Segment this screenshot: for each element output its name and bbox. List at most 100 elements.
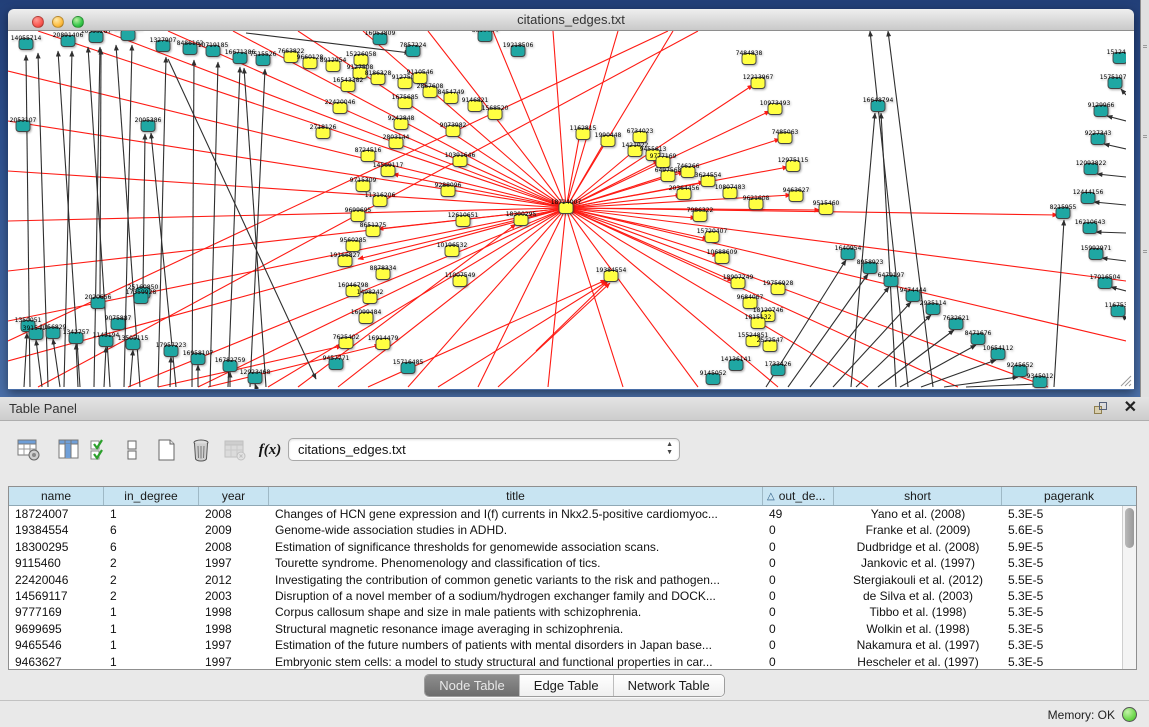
cell-year[interactable]: 1997 (199, 555, 269, 571)
black-citation-edge[interactable] (24, 333, 27, 387)
yellow-graph-node[interactable]: 9621608 (743, 195, 770, 210)
yellow-graph-node[interactable]: 1675685 (392, 94, 419, 109)
table-body[interactable]: 1872400712008Changes of HCN gene express… (9, 506, 1122, 669)
yellow-graph-node[interactable]: 2718126 (310, 124, 337, 139)
black-citation-edge[interactable] (53, 339, 60, 387)
teal-graph-node[interactable]: 1145194 (93, 332, 120, 347)
yellow-graph-node[interactable]: 8912954 (320, 57, 347, 72)
cell-pagerank[interactable]: 5.6E-5 (1002, 522, 1122, 538)
yellow-graph-node[interactable]: 16543382 (333, 77, 364, 92)
teal-graph-node[interactable]: 16053809 (365, 31, 396, 45)
cell-pagerank[interactable]: 5.3E-5 (1002, 604, 1122, 620)
column-header-pagerank[interactable]: pagerank (1002, 487, 1136, 505)
yellow-graph-node[interactable]: 11007549 (445, 272, 476, 287)
cell-short[interactable]: Wolkin et al. (1998) (834, 621, 1002, 637)
resize-grip-icon[interactable] (1119, 374, 1132, 387)
delete-table-icon[interactable] (186, 435, 216, 465)
teal-graph-node[interactable]: 2005386 (135, 117, 162, 132)
column-header-year[interactable]: year (199, 487, 269, 505)
teal-graph-node[interactable]: 12093822 (1076, 160, 1107, 175)
teal-graph-node[interactable]: 7515526 (250, 51, 277, 66)
table-selector-dropdown[interactable]: citations_edges.txt ▲▼ (288, 438, 680, 461)
cell-pagerank[interactable]: 5.3E-5 (1002, 621, 1122, 637)
black-citation-edge[interactable] (1111, 287, 1126, 291)
black-citation-edge[interactable] (170, 357, 171, 387)
teal-graph-node[interactable]: 1733426 (765, 361, 792, 376)
teal-graph-node[interactable]: 12444156 (1073, 189, 1104, 204)
red-citation-edge[interactable] (438, 281, 608, 387)
yellow-graph-node[interactable]: 1162815 (570, 125, 597, 140)
cell-year[interactable]: 1998 (199, 604, 269, 620)
cell-short[interactable]: Hescheler et al. (1997) (834, 654, 1002, 669)
cell-year[interactable]: 1998 (199, 621, 269, 637)
cell-name[interactable]: 9115460 (9, 555, 104, 571)
cell-year[interactable]: 2008 (199, 506, 269, 522)
teal-graph-node[interactable]: 9145052 (700, 370, 727, 385)
yellow-graph-node[interactable]: 22420046 (325, 99, 356, 114)
cell-pagerank[interactable]: 5.3E-5 (1002, 588, 1122, 604)
black-citation-edge[interactable] (1104, 144, 1126, 149)
teal-graph-node[interactable]: 1327907 (150, 37, 177, 52)
teal-graph-node[interactable]: 19218506 (503, 42, 534, 57)
teal-graph-node[interactable]: 10553287 (81, 31, 112, 43)
yellow-graph-node[interactable]: 9463627 (783, 187, 810, 202)
cell-title[interactable]: Estimation of the future numbers of pati… (269, 637, 763, 653)
table-row[interactable]: 1938455462009Genome-wide association stu… (9, 522, 1122, 538)
cell-out_de[interactable]: 0 (763, 654, 834, 669)
cell-name[interactable]: 22420046 (9, 572, 104, 588)
column-header-out-degree[interactable]: △out_de... (763, 487, 834, 505)
tab-node-table[interactable]: Node Table (425, 675, 520, 696)
cell-short[interactable]: Tibbo et al. (1998) (834, 604, 1002, 620)
select-all-rows-icon[interactable] (86, 435, 116, 465)
cell-title[interactable]: Changes of HCN gene expression and I(f) … (269, 506, 763, 522)
cell-pagerank[interactable]: 5.3E-5 (1002, 637, 1122, 653)
cell-name[interactable]: 18300295 (9, 539, 104, 555)
yellow-graph-node[interactable]: 14569117 (373, 162, 404, 177)
yellow-graph-node[interactable]: 1990448 (595, 132, 622, 147)
teal-graph-node[interactable]: 17016504 (1090, 274, 1121, 289)
red-citation-edge[interactable] (548, 208, 566, 387)
cell-year[interactable]: 2009 (199, 522, 269, 538)
teal-graph-node[interactable]: 9457771 (323, 355, 350, 370)
black-citation-edge[interactable] (210, 62, 218, 387)
yellow-graph-node[interactable]: 9715309 (350, 177, 377, 192)
teal-graph-node[interactable]: 10853287 (113, 31, 144, 41)
yellow-graph-node[interactable]: 12975115 (778, 157, 809, 172)
column-header-name[interactable]: name (9, 487, 104, 505)
cell-pagerank[interactable]: 5.9E-5 (1002, 539, 1122, 555)
cell-year[interactable]: 2003 (199, 588, 269, 604)
cell-short[interactable]: de Silva et al. (2003) (834, 588, 1002, 604)
table-row[interactable]: 946554611997Estimation of the future num… (9, 637, 1122, 653)
yellow-graph-node[interactable]: 19166827 (330, 252, 361, 267)
yellow-graph-node[interactable]: 1498242 (357, 289, 384, 304)
teal-graph-node[interactable]: 1640954 (835, 245, 862, 260)
yellow-graph-node[interactable]: 8454749 (438, 89, 465, 104)
teal-graph-node[interactable]: 9075887 (105, 315, 132, 330)
yellow-graph-node[interactable]: 8724516 (355, 147, 382, 162)
yellow-graph-node[interactable]: 19384554 (596, 267, 627, 282)
cell-out_de[interactable]: 0 (763, 572, 834, 588)
yellow-graph-node[interactable]: 12213967 (743, 74, 774, 89)
cell-in_degree[interactable]: 2 (104, 588, 199, 604)
black-citation-edge[interactable] (1107, 116, 1126, 121)
cell-short[interactable]: Dudbridge et al. (2008) (834, 539, 1002, 555)
new-table-icon[interactable] (152, 435, 182, 465)
table-vertical-scrollbar[interactable] (1122, 506, 1136, 669)
cell-pagerank[interactable]: 5.3E-5 (1002, 654, 1122, 669)
tab-network-table[interactable]: Network Table (614, 675, 724, 696)
red-citation-edge[interactable] (8, 121, 566, 208)
cell-out_de[interactable]: 0 (763, 604, 834, 620)
cell-name[interactable]: 9699695 (9, 621, 104, 637)
cell-in_degree[interactable]: 1 (104, 621, 199, 637)
cell-out_de[interactable]: 0 (763, 637, 834, 653)
black-citation-edge[interactable] (1121, 89, 1126, 95)
yellow-graph-node[interactable]: 7986322 (687, 207, 714, 222)
teal-graph-node[interactable]: 1512406 (1107, 49, 1126, 64)
cell-in_degree[interactable]: 1 (104, 604, 199, 620)
black-citation-edge[interactable] (833, 302, 911, 387)
cell-out_de[interactable]: 0 (763, 588, 834, 604)
yellow-graph-node[interactable]: 10688609 (707, 249, 738, 264)
cell-title[interactable]: Genome-wide association studies in ADHD. (269, 522, 763, 538)
cell-short[interactable]: Franke et al. (2009) (834, 522, 1002, 538)
cell-out_de[interactable]: 0 (763, 621, 834, 637)
